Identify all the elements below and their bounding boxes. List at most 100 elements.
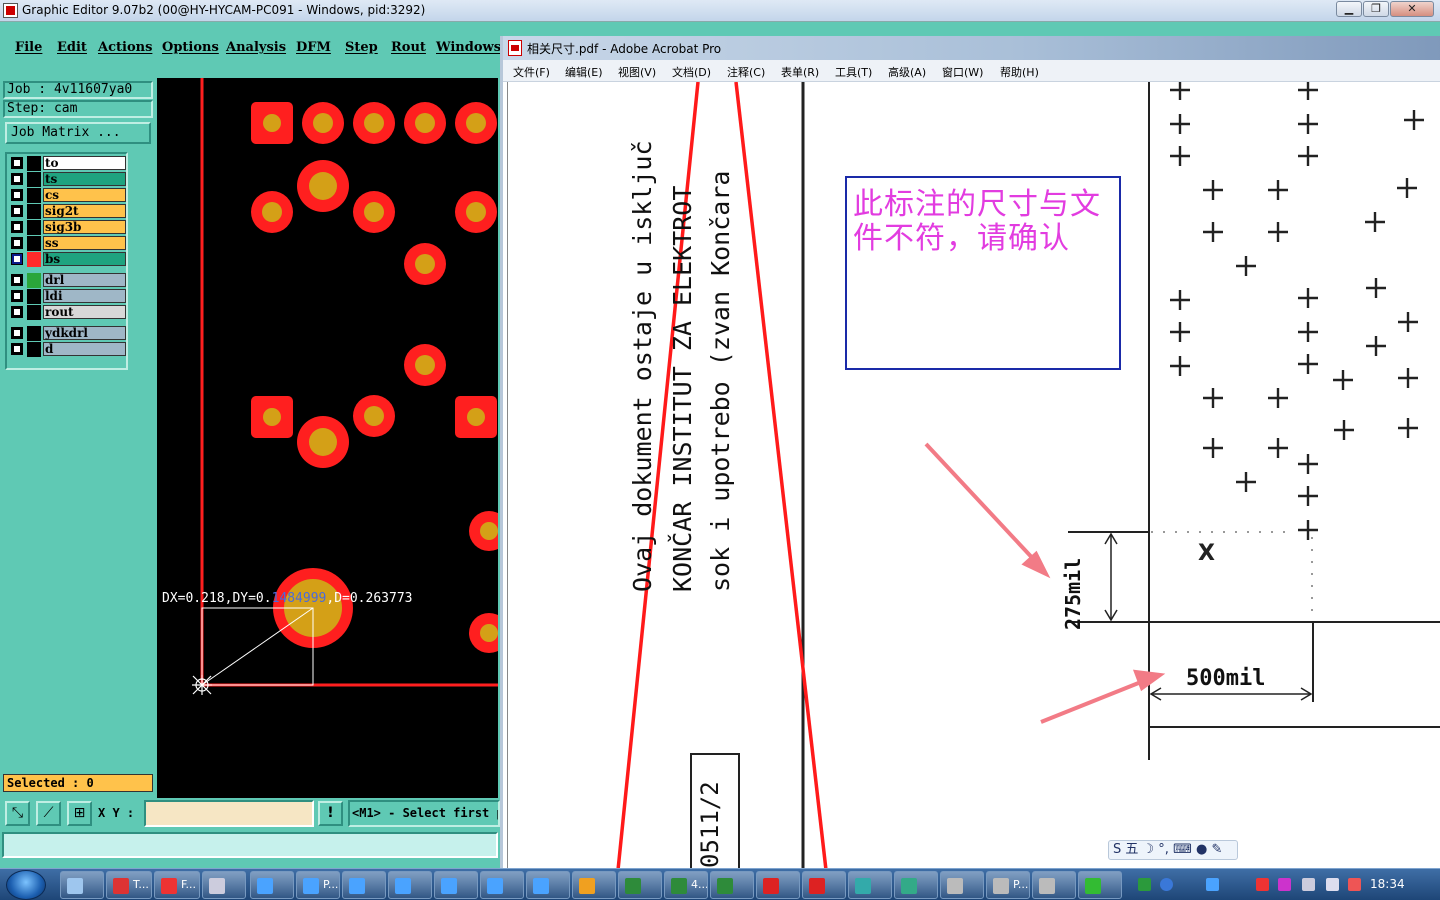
layer-checkbox[interactable] xyxy=(11,253,23,265)
layer-row-cs[interactable]: cs xyxy=(9,188,126,203)
layer-row-ldi[interactable]: ldi xyxy=(9,289,126,304)
excel-icon xyxy=(625,878,641,894)
start-button[interactable] xyxy=(6,870,46,900)
taskbar-button[interactable] xyxy=(342,871,386,899)
taskbar-button[interactable] xyxy=(802,871,846,899)
pdf-icon xyxy=(763,878,779,894)
measure-tool-icon[interactable]: ⟋ xyxy=(36,801,61,826)
menu-step[interactable]: Step xyxy=(345,40,378,55)
layer-row-bs[interactable]: bs xyxy=(9,252,126,267)
ge-tray-icon[interactable] xyxy=(1256,878,1269,891)
layer-name: sig3b xyxy=(43,220,126,234)
layer-color-swatch xyxy=(27,252,41,267)
menu-file[interactable]: File xyxy=(15,40,42,55)
comment-textbox[interactable]: 此标注的尺寸与文件不符，请确认 xyxy=(845,176,1121,370)
taskbar-button[interactable] xyxy=(618,871,662,899)
layer-row-to[interactable]: to xyxy=(9,156,126,171)
taskbar-button-label: P... xyxy=(1013,878,1029,891)
help-tray-icon[interactable] xyxy=(1160,878,1173,891)
sogou-tray-icon[interactable] xyxy=(1138,878,1151,891)
layer-name: rout xyxy=(43,305,126,319)
acro-menu-window[interactable]: 窗口(W) xyxy=(942,64,983,80)
zoom-area-icon[interactable]: ⤡ xyxy=(5,801,30,826)
taskbar-button[interactable]: P... xyxy=(296,871,340,899)
flag-tray-icon[interactable] xyxy=(1348,878,1361,891)
layer-checkbox[interactable] xyxy=(11,157,23,169)
doc-text-line: Ovaj dokument ostaje u isključ xyxy=(628,140,657,592)
taskbar-button[interactable] xyxy=(480,871,524,899)
taskbar-button[interactable] xyxy=(526,871,570,899)
taskbar-button[interactable]: 4... xyxy=(664,871,708,899)
taskbar-button[interactable] xyxy=(202,871,246,899)
layer-checkbox[interactable] xyxy=(11,343,23,355)
layer-checkbox[interactable] xyxy=(11,205,23,217)
taskbar-button[interactable] xyxy=(572,871,616,899)
taskbar-button[interactable] xyxy=(848,871,892,899)
pcb-drawing xyxy=(192,78,498,695)
menu-windows[interactable]: Windows xyxy=(436,40,501,55)
taskbar-button[interactable] xyxy=(388,871,432,899)
grid-snap-icon[interactable]: ⊞ xyxy=(67,801,92,826)
menu-options[interactable]: Options xyxy=(162,40,219,55)
taskbar-button[interactable] xyxy=(60,871,104,899)
xy-coordinate-input[interactable] xyxy=(144,800,314,827)
x-tray-icon[interactable] xyxy=(1278,878,1291,891)
tray-clock[interactable]: 18:34 xyxy=(1370,877,1405,891)
layer-checkbox[interactable] xyxy=(11,274,23,286)
layer-checkbox[interactable] xyxy=(11,237,23,249)
layer-checkbox[interactable] xyxy=(11,173,23,185)
taskbar-button[interactable] xyxy=(710,871,754,899)
layer-checkbox[interactable] xyxy=(11,306,23,318)
taskbar-button[interactable]: F... xyxy=(154,871,200,899)
frontline-icon xyxy=(487,878,503,894)
acro-menu-tools[interactable]: 工具(T) xyxy=(835,64,872,80)
acro-menu-file[interactable]: 文件(F) xyxy=(513,64,550,80)
taskbar-button[interactable] xyxy=(434,871,478,899)
info-exclamation-icon[interactable]: ! xyxy=(318,801,343,826)
layer-checkbox[interactable] xyxy=(11,327,23,339)
layer-row-sig3b[interactable]: sig3b xyxy=(9,220,126,235)
graphic-canvas[interactable]: DX=0.218,DY=0.1484999,D=0.263773 xyxy=(157,78,498,798)
layer-row-drl[interactable]: drl xyxy=(9,273,126,288)
layer-checkbox[interactable] xyxy=(11,290,23,302)
dimension-width-label: 500mil xyxy=(1186,666,1266,691)
taskbar-button[interactable]: P... xyxy=(986,871,1030,899)
maximize-button[interactable]: ❐ xyxy=(1363,1,1389,17)
layer-row-d[interactable]: d xyxy=(9,342,126,357)
menu-actions[interactable]: Actions xyxy=(98,40,152,55)
taskbar-button[interactable] xyxy=(1032,871,1076,899)
acro-menu-advanced[interactable]: 高级(A) xyxy=(888,64,926,80)
taskbar-button[interactable]: T... xyxy=(106,871,152,899)
minimize-button[interactable]: ▁ xyxy=(1336,1,1362,17)
taskbar-button[interactable] xyxy=(1078,871,1122,899)
acro-menu-view[interactable]: 视图(V) xyxy=(618,64,656,80)
acro-menu-document[interactable]: 文档(D) xyxy=(672,64,711,80)
layer-checkbox[interactable] xyxy=(11,221,23,233)
network-tray-icon[interactable] xyxy=(1302,878,1315,891)
layer-row-rout[interactable]: rout xyxy=(9,305,126,320)
acro-menu-forms[interactable]: 表单(R) xyxy=(781,64,819,80)
ime-toolbar[interactable]: S 五 ☽ °, ⌨ ● ✎ xyxy=(1108,840,1238,860)
menu-rout[interactable]: Rout xyxy=(391,40,426,55)
menu-edit[interactable]: Edit xyxy=(57,40,87,55)
taskbar-button[interactable] xyxy=(250,871,294,899)
menu-dfm[interactable]: DFM xyxy=(296,40,331,55)
job-matrix-button[interactable]: Job Matrix ... xyxy=(5,122,151,144)
taskbar-button[interactable] xyxy=(756,871,800,899)
frontline-tray-icon[interactable] xyxy=(1206,878,1219,891)
taskbar-button[interactable] xyxy=(940,871,984,899)
menu-analysis[interactable]: Analysis xyxy=(226,40,286,55)
layer-row-ss[interactable]: ss xyxy=(9,236,126,251)
frontline-icon xyxy=(441,878,457,894)
layer-row-sig2t[interactable]: sig2t xyxy=(9,204,126,219)
acro-menu-edit[interactable]: 编辑(E) xyxy=(565,64,603,80)
close-button[interactable]: ✕ xyxy=(1390,1,1434,17)
acro-menu-comments[interactable]: 注释(C) xyxy=(727,64,765,80)
acro-menu-help[interactable]: 帮助(H) xyxy=(1000,64,1039,80)
layer-checkbox[interactable] xyxy=(11,189,23,201)
pdf-page-view[interactable]: X Ovaj dokument ostaje u isključ KONČAR … xyxy=(507,82,1440,870)
volume-tray-icon[interactable] xyxy=(1326,878,1339,891)
layer-row-ydkdrl[interactable]: ydkdrl xyxy=(9,326,126,341)
taskbar-button[interactable] xyxy=(894,871,938,899)
layer-row-ts[interactable]: ts xyxy=(9,172,126,187)
